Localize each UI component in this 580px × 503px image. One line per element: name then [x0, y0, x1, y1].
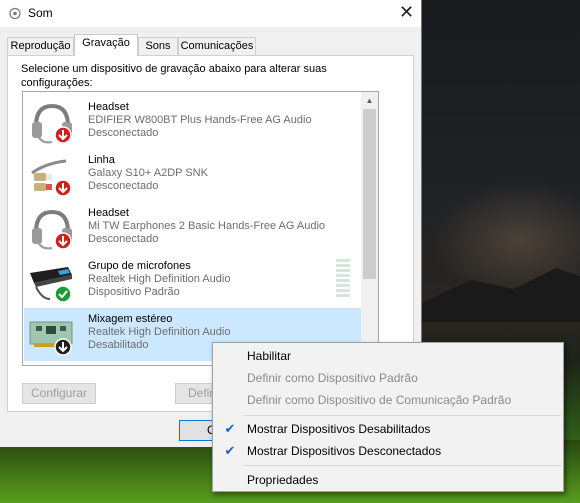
menu-item-label: Mostrar Dispositivos Desconectados — [247, 444, 442, 458]
checkmark-icon: ✔ — [224, 421, 236, 436]
sound-card-icon — [28, 312, 74, 358]
instructions-text: Selecione um dispositivo de gravação aba… — [21, 63, 327, 89]
microphone-array-icon — [28, 259, 74, 305]
device-status: Desconectado — [88, 127, 159, 139]
list-item[interactable]: Grupo de microfones Realtek High Definit… — [24, 255, 364, 308]
list-item[interactable]: Headset Mi TW Earphones 2 Basic Hands-Fr… — [24, 202, 364, 255]
tab-sons[interactable]: Sons — [138, 37, 178, 56]
speaker-app-icon — [9, 7, 21, 20]
menu-item-enable[interactable]: Habilitar — [214, 345, 562, 367]
device-description: Realtek High Definition Audio — [88, 326, 231, 338]
title-bar: Som ✕ — [0, 0, 421, 27]
device-list: Headset EDIFIER W800BT Plus Hands-Free A… — [22, 91, 379, 366]
tab-gravacao[interactable]: Gravação — [74, 34, 138, 56]
level-meter — [336, 259, 350, 301]
scroll-thumb[interactable] — [363, 109, 376, 279]
menu-item-properties[interactable]: Propriedades — [214, 469, 562, 491]
list-item[interactable]: Linha Galaxy S10+ A2DP SNK Desconectado — [24, 149, 364, 202]
device-name: Mixagem estéreo — [88, 313, 173, 325]
menu-item-label: Definir como Dispositivo Padrão — [247, 371, 418, 385]
scroll-up-arrow-icon[interactable]: ▲ — [361, 92, 378, 109]
device-name: Headset — [88, 207, 129, 219]
configure-button[interactable]: Configurar — [22, 383, 96, 404]
window-title: Som — [28, 6, 53, 20]
device-name: Linha — [88, 154, 115, 166]
device-name: Headset — [88, 101, 129, 113]
menu-separator — [243, 465, 561, 466]
menu-separator — [243, 415, 561, 416]
menu-item-set-default[interactable]: Definir como Dispositivo Padrão — [214, 367, 562, 389]
device-description: Mi TW Earphones 2 Basic Hands-Free AG Au… — [88, 220, 326, 232]
device-status: Desconectado — [88, 233, 159, 245]
tab-reproducao[interactable]: Reprodução — [7, 37, 74, 56]
menu-item-label: Definir como Dispositivo de Comunicação … — [247, 393, 512, 407]
list-item[interactable]: Headset EDIFIER W800BT Plus Hands-Free A… — [24, 96, 364, 149]
line-in-cable-icon — [28, 153, 74, 199]
checkmark-icon: ✔ — [224, 443, 236, 458]
tab-comunicacoes[interactable]: Comunicações — [178, 37, 256, 56]
menu-item-set-default-communication[interactable]: Definir como Dispositivo de Comunicação … — [214, 389, 562, 411]
headset-icon — [28, 206, 74, 252]
device-status: Desabilitado — [88, 339, 149, 351]
menu-item-label: Propriedades — [247, 473, 319, 487]
context-menu: Habilitar Definir como Dispositivo Padrã… — [212, 342, 564, 492]
menu-item-label: Habilitar — [247, 349, 292, 363]
close-button[interactable]: ✕ — [392, 0, 421, 27]
device-description: Realtek High Definition Audio — [88, 273, 231, 285]
menu-item-show-disabled[interactable]: ✔ Mostrar Dispositivos Desabilitados — [214, 418, 562, 440]
menu-item-show-disconnected[interactable]: ✔ Mostrar Dispositivos Desconectados — [214, 440, 562, 462]
device-name: Grupo de microfones — [88, 260, 191, 272]
device-status: Desconectado — [88, 180, 159, 192]
headset-icon — [28, 100, 74, 146]
menu-item-label: Mostrar Dispositivos Desabilitados — [247, 422, 431, 436]
vertical-scrollbar[interactable]: ▲ — [361, 92, 378, 365]
device-description: Galaxy S10+ A2DP SNK — [88, 167, 208, 179]
device-status: Dispositivo Padrão — [88, 286, 180, 298]
device-description: EDIFIER W800BT Plus Hands-Free AG Audio — [88, 114, 312, 126]
